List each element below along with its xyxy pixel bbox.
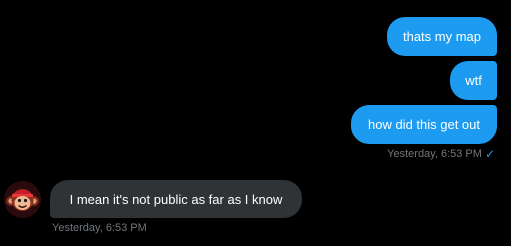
received-message[interactable]: I mean it's not public as far as I know <box>50 180 302 218</box>
message-text: I mean it's not public as far as I know <box>69 191 283 207</box>
sent-message[interactable]: wtf <box>450 61 497 100</box>
checkmark-icon: ✓ <box>484 147 495 161</box>
received-message-meta: Yesterday, 6:53 PM <box>52 222 147 234</box>
message-text: thats my map <box>402 29 482 44</box>
message-text: wtf <box>465 73 482 88</box>
timestamp: Yesterday, 6:53 PM <box>387 148 482 160</box>
message-text: how did this get out <box>367 117 481 132</box>
sent-message[interactable]: how did this get out <box>351 105 497 144</box>
sent-message-meta: Yesterday, 6:53 PM ✓ <box>387 148 495 160</box>
monkey-avatar-icon[interactable] <box>4 181 41 218</box>
sent-message[interactable]: thats my map <box>387 17 497 56</box>
timestamp: Yesterday, 6:53 PM <box>52 222 147 234</box>
